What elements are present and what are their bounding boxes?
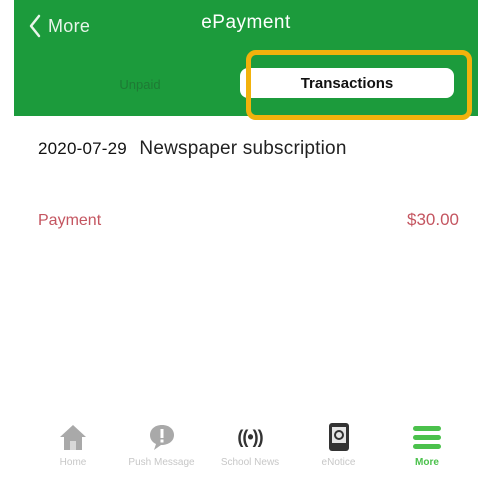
home-icon — [60, 425, 86, 450]
tabbar-item-push-message[interactable]: Push Message — [119, 420, 205, 480]
page-title: ePayment — [201, 12, 291, 33]
tabbar-item-more[interactable]: More — [384, 420, 470, 480]
tabbar-item-home[interactable]: Home — [30, 420, 116, 480]
transaction-type: Payment — [38, 212, 102, 229]
message-alert-icon — [149, 425, 174, 450]
tabbar-item-school-news[interactable]: ((•)) School News — [207, 420, 293, 480]
bottom-tab-bar: Home Push Message ((•)) School News eNot… — [30, 420, 470, 480]
tabbar-label: Home — [59, 457, 87, 468]
notice-book-icon — [328, 423, 349, 451]
tabbar-label: More — [415, 457, 439, 468]
tabbar-item-enotice[interactable]: eNotice — [296, 420, 382, 480]
tab-unpaid[interactable]: Unpaid — [50, 72, 230, 96]
tabbar-label: Push Message — [128, 457, 195, 468]
hamburger-menu-icon — [413, 426, 441, 449]
transaction-description: Newspaper subscription — [139, 138, 347, 159]
transaction-row[interactable]: 2020-07-29 Newspaper subscription — [38, 138, 468, 160]
transaction-date: 2020-07-29 — [38, 139, 127, 158]
transaction-amount: $30.00 — [407, 210, 459, 229]
tabbar-label: School News — [220, 457, 280, 468]
broadcast-icon: ((•)) — [237, 426, 263, 447]
tabbar-label: eNotice — [321, 457, 356, 468]
tab-transactions[interactable]: Transactions — [240, 68, 454, 98]
app-header: More ePayment — [14, 0, 478, 116]
